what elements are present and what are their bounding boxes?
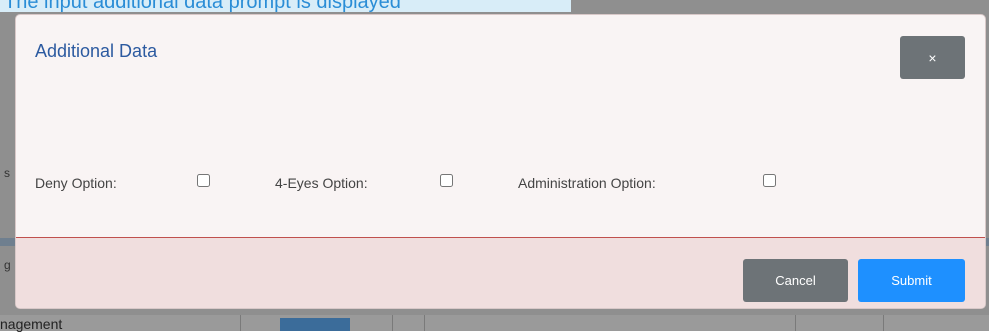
background-active-cell — [280, 318, 350, 331]
cancel-button[interactable]: Cancel — [743, 259, 848, 302]
background-cell-divider — [795, 315, 796, 331]
four-eyes-option-checkbox[interactable] — [440, 174, 453, 187]
deny-option-checkbox[interactable] — [197, 174, 210, 187]
close-icon: × — [928, 49, 937, 66]
background-bottom-strip — [0, 315, 989, 331]
background-text-fragment: s — [4, 166, 10, 180]
administration-option-label: Administration Option: — [518, 175, 656, 191]
deny-option-label: Deny Option: — [35, 175, 117, 191]
background-cell-divider — [424, 315, 425, 331]
dialog-footer: Cancel Submit — [16, 237, 985, 308]
caption-text: The input additional data prompt is disp… — [0, 0, 571, 12]
background-cell-divider — [883, 315, 884, 331]
background-bottom-text: nagement — [0, 316, 63, 332]
four-eyes-option-label: 4-Eyes Option: — [275, 175, 368, 191]
background-cell-divider — [240, 315, 241, 331]
dialog-title: Additional Data — [35, 41, 158, 61]
dialog-header: Additional Data × — [16, 15, 985, 95]
administration-option-checkbox[interactable] — [763, 174, 776, 187]
background-cell-divider — [392, 315, 393, 331]
dialog-body: Deny Option: 4-Eyes Option: Administrati… — [16, 95, 985, 237]
close-button[interactable]: × — [900, 36, 965, 79]
additional-data-dialog: Additional Data × Deny Option: 4-Eyes Op… — [15, 14, 986, 309]
background-text-fragment: g — [4, 258, 11, 272]
submit-button[interactable]: Submit — [858, 259, 965, 302]
